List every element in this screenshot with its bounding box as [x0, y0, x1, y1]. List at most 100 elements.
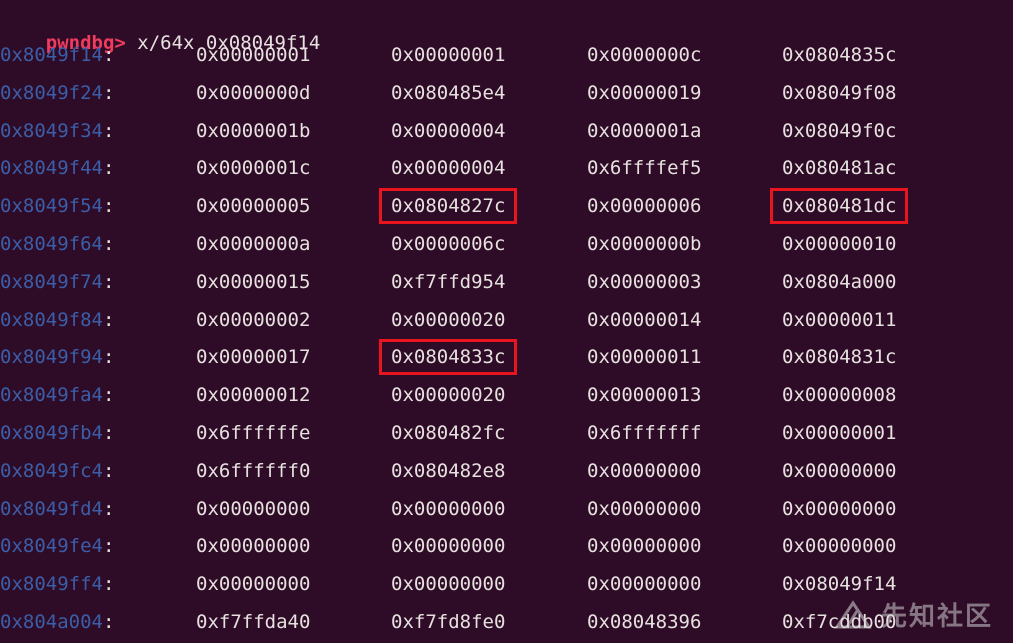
row-address: 0x8049fb4 — [0, 422, 103, 444]
address-colon: : — [102, 157, 115, 180]
memory-row: 0x8049f94: — [0, 344, 114, 370]
row-address: 0x8049f74 — [0, 270, 103, 293]
memory-word: 0xf7fd8fe0 — [391, 611, 506, 633]
address-colon: : — [102, 573, 115, 596]
row-address: 0x8049f94 — [0, 346, 103, 369]
memory-word: 0x00000014 — [587, 308, 702, 331]
memory-word: 0x00000019 — [587, 81, 702, 104]
memory-word: 0x00000013 — [587, 384, 702, 407]
memory-word: 0x00000006 — [587, 195, 702, 218]
address-colon: : — [102, 81, 115, 104]
xianzhi-logo-icon — [834, 599, 872, 628]
memory-row: 0x8049f64: — [0, 231, 114, 257]
memory-word: 0x6fffffff — [587, 422, 702, 444]
memory-word: 0x080481ac — [782, 157, 897, 180]
memory-row: 0x8049f34: — [0, 118, 114, 144]
memory-word: 0x00000000 — [196, 573, 311, 596]
row-address: 0x8049f54 — [0, 195, 103, 218]
memory-word: 0x00000015 — [196, 270, 311, 293]
memory-word: 0x080485e4 — [391, 81, 506, 104]
address-colon: : — [102, 119, 115, 142]
memory-word: 0x0000006c — [391, 233, 506, 255]
memory-word: 0x0804831c — [782, 346, 897, 369]
memory-word: 0xf7ffda40 — [196, 611, 311, 633]
row-address: 0x8049ff4 — [0, 573, 103, 596]
address-colon: : — [102, 346, 115, 369]
memory-word: 0x0000001b — [196, 119, 311, 142]
memory-word: 0x08049f08 — [782, 81, 897, 104]
memory-word: 0x00000002 — [196, 308, 311, 331]
memory-word: 0x00000001 — [391, 44, 506, 66]
memory-word: 0x0804827c — [391, 195, 506, 218]
memory-word: 0x080481dc — [782, 195, 897, 218]
row-address: 0x8049f24 — [0, 81, 103, 104]
watermark: 先知社区 — [833, 596, 993, 633]
memory-row: 0x8049f74: — [0, 269, 114, 295]
address-colon: : — [102, 195, 115, 218]
memory-word: 0x00000000 — [391, 497, 506, 520]
memory-row: 0x8049f44: — [0, 155, 114, 181]
address-colon: : — [102, 459, 115, 482]
memory-word: 0x08049f0c — [782, 119, 897, 142]
row-address: 0x804a004 — [0, 611, 103, 633]
address-colon: : — [102, 233, 115, 255]
address-colon: : — [102, 270, 115, 293]
memory-word: 0x00000000 — [782, 497, 897, 520]
memory-word: 0x00000000 — [782, 459, 897, 482]
terminal-window[interactable]: pwndbg> x/64x 0x08049f14 0x8049f14: 0x000… — [0, 0, 1013, 643]
memory-word: 0x0804a000 — [782, 270, 897, 293]
memory-word: 0x0804835c — [782, 44, 897, 66]
memory-word: 0x00000003 — [587, 270, 702, 293]
memory-word: 0x080482fc — [391, 422, 506, 444]
address-colon: : — [102, 422, 115, 444]
address-colon: : — [102, 611, 115, 633]
memory-row: 0x8049fe4: — [0, 533, 114, 559]
memory-word: 0x08048396 — [587, 611, 702, 633]
memory-row: 0x804a004: — [0, 609, 114, 635]
row-address: 0x8049fa4 — [0, 384, 103, 407]
memory-word: 0x0000001c — [196, 157, 311, 180]
memory-word: 0x00000000 — [196, 497, 311, 520]
row-address: 0x8049fd4 — [0, 497, 103, 520]
address-colon: : — [102, 535, 115, 558]
memory-word: 0x0000001a — [587, 119, 702, 142]
memory-row: 0x8049fc4: — [0, 458, 114, 484]
memory-word: 0x00000020 — [391, 384, 506, 407]
memory-row: 0x8049f84: — [0, 307, 114, 333]
memory-row: 0x8049fd4: — [0, 496, 114, 522]
memory-word: 0x00000000 — [587, 535, 702, 558]
address-colon: : — [102, 44, 115, 66]
row-address: 0x8049f34 — [0, 119, 103, 142]
memory-word: 0x00000000 — [782, 535, 897, 558]
row-address: 0x8049fc4 — [0, 459, 103, 482]
memory-word: 0x00000004 — [391, 119, 506, 142]
memory-word: 0x00000020 — [391, 308, 506, 331]
row-address: 0x8049fe4 — [0, 535, 103, 558]
watermark-text: 先知社区 — [880, 602, 993, 632]
memory-word: 0x00000000 — [587, 459, 702, 482]
memory-word: 0x080482e8 — [391, 459, 506, 482]
memory-word: 0x00000010 — [782, 233, 897, 255]
memory-word: 0x00000001 — [196, 44, 311, 66]
row-address: 0x8049f84 — [0, 308, 103, 331]
memory-word: 0x6ffffffe — [196, 422, 311, 444]
memory-word: 0x0000000a — [196, 233, 311, 255]
memory-word: 0x00000000 — [391, 573, 506, 596]
memory-row: 0x8049fb4: — [0, 420, 114, 446]
row-address: 0x8049f64 — [0, 233, 103, 255]
memory-word: 0x00000000 — [196, 535, 311, 558]
memory-word: 0x00000001 — [782, 422, 897, 444]
memory-word: 0x00000017 — [196, 346, 311, 369]
memory-row: 0x8049fa4: — [0, 382, 114, 408]
memory-word: 0x6ffffef5 — [587, 157, 702, 180]
memory-word: 0x00000008 — [782, 384, 897, 407]
address-colon: : — [102, 384, 115, 407]
memory-word: 0x00000000 — [587, 497, 702, 520]
memory-word: 0x08049f14 — [782, 573, 897, 596]
memory-row: 0x8049f24: — [0, 80, 114, 106]
row-address: 0x8049f14 — [0, 44, 103, 66]
memory-word: 0x00000011 — [587, 346, 702, 369]
memory-word: 0x0804833c — [391, 346, 506, 369]
memory-word: 0x00000012 — [196, 384, 311, 407]
memory-word: 0x0000000d — [196, 81, 311, 104]
